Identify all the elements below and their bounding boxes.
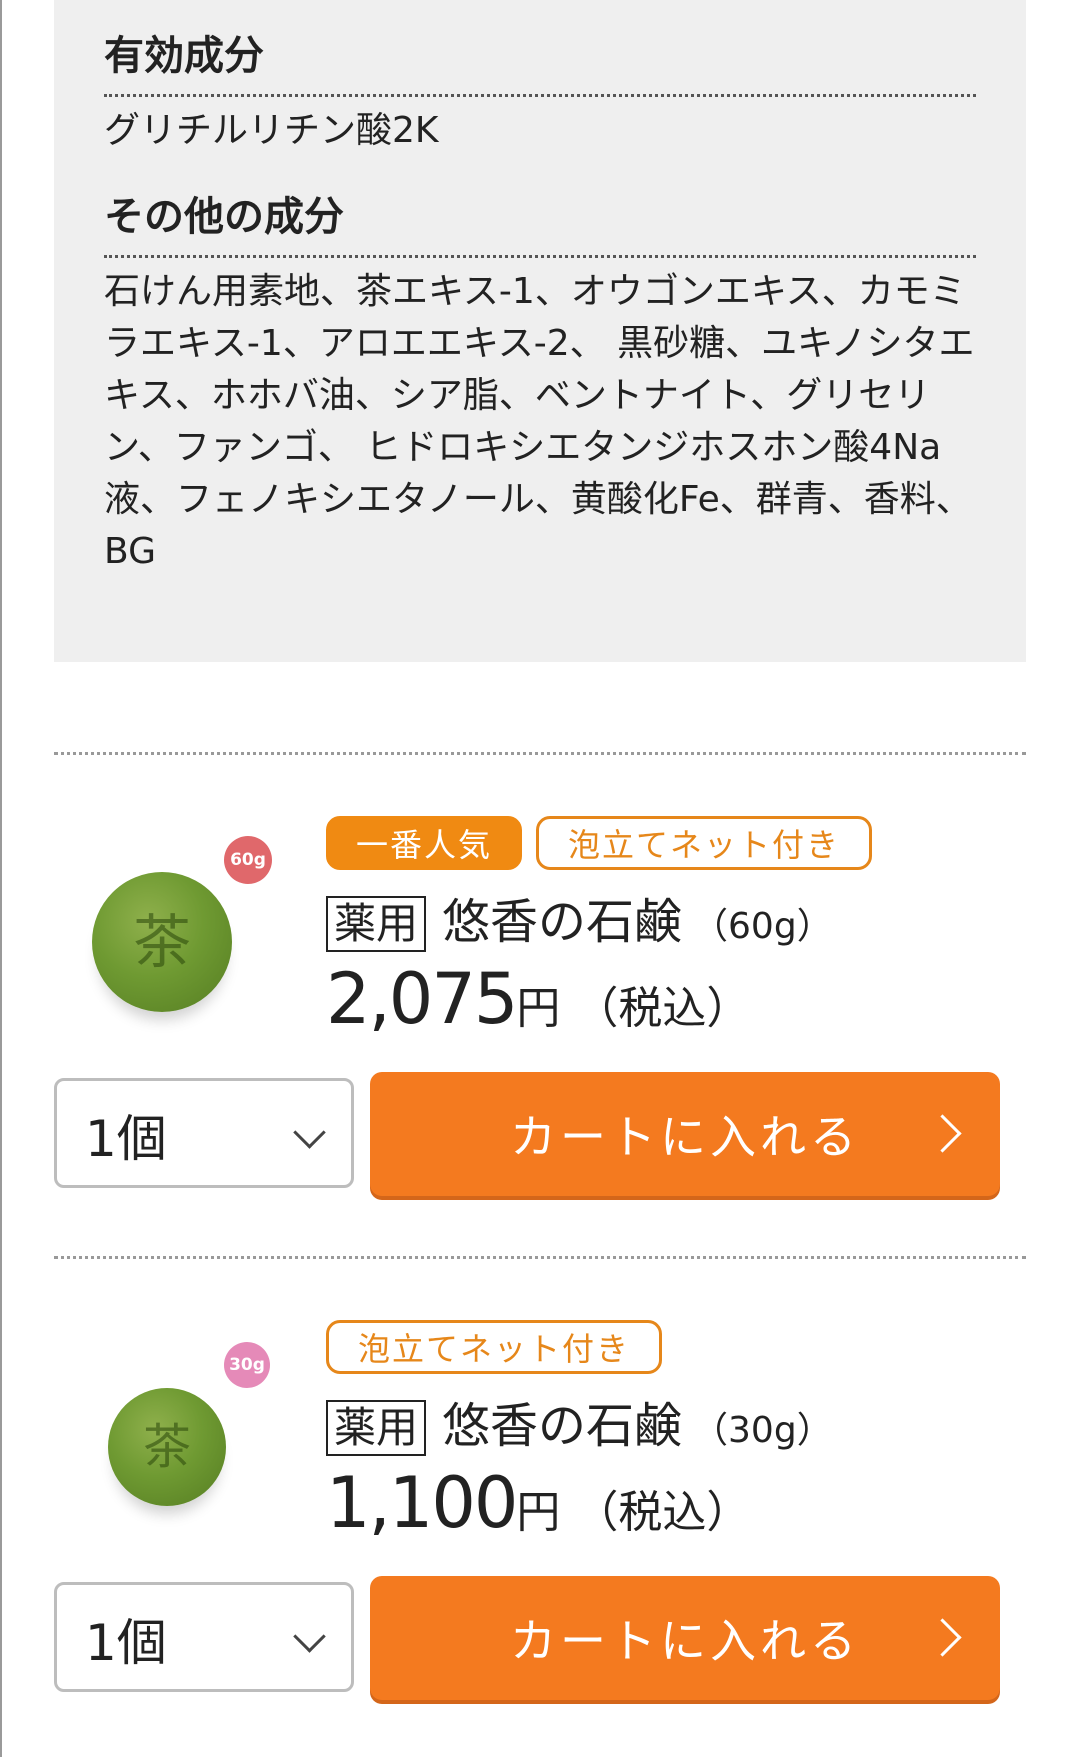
price-value: 2,075 bbox=[326, 958, 518, 1040]
section-divider bbox=[54, 752, 1026, 755]
product-price: 2,075 円 （税込） bbox=[326, 958, 750, 1040]
price-tax-note: （税込） bbox=[574, 1487, 751, 1538]
add-to-cart-label: カートに入れる bbox=[510, 1614, 860, 1668]
active-ingredients-text: グリチルリチン酸2K bbox=[104, 110, 439, 151]
chevron-down-icon bbox=[293, 1116, 326, 1149]
popular-tag: 一番人気 bbox=[326, 816, 522, 870]
chevron-down-icon bbox=[293, 1620, 326, 1653]
tag-row: 泡立てネット付き bbox=[326, 1320, 662, 1374]
soap-emblem-icon: 茶 bbox=[142, 1419, 192, 1475]
medicated-label: 薬用 bbox=[326, 896, 427, 952]
add-to-cart-label: カートに入れる bbox=[510, 1110, 860, 1164]
product-size: （30g） bbox=[692, 1410, 833, 1451]
quantity-value: 1個 bbox=[85, 1614, 167, 1672]
medicated-label: 薬用 bbox=[326, 1400, 427, 1456]
weight-badge: 60g bbox=[224, 836, 272, 884]
price-currency: 円 bbox=[516, 1487, 561, 1538]
dotted-rule bbox=[104, 255, 976, 258]
product-name: 悠香の石鹸 bbox=[442, 1398, 683, 1454]
price-currency: 円 bbox=[516, 983, 561, 1034]
product-title: 薬用 悠香の石鹸 （30g） bbox=[326, 1386, 833, 1456]
other-ingredients-heading: その他の成分 bbox=[104, 194, 344, 240]
soap-emblem-icon: 茶 bbox=[132, 908, 192, 976]
quantity-select[interactable]: 1個 bbox=[54, 1582, 354, 1692]
other-ingredients-text: 石けん用素地、茶エキス-1、オウゴンエキス、カモミラエキス-1、アロエエキス-2… bbox=[104, 271, 975, 572]
quantity-select[interactable]: 1個 bbox=[54, 1078, 354, 1188]
left-edge-rule bbox=[0, 0, 2, 1757]
product-price: 1,100 円 （税込） bbox=[326, 1462, 750, 1544]
product-size: （60g） bbox=[692, 906, 833, 947]
soap-image: 茶 bbox=[92, 872, 232, 1012]
add-to-cart-button[interactable]: カートに入れる bbox=[370, 1576, 1000, 1700]
tag-row: 一番人気 泡立てネット付き bbox=[326, 816, 872, 870]
net-included-tag: 泡立てネット付き bbox=[536, 816, 872, 870]
quantity-value: 1個 bbox=[85, 1110, 167, 1168]
active-ingredients-heading: 有効成分 bbox=[104, 33, 264, 79]
product-title: 薬用 悠香の石鹸 （60g） bbox=[326, 882, 833, 952]
price-value: 1,100 bbox=[326, 1462, 518, 1544]
product-card-30g: 茶 30g 泡立てネット付き 薬用 悠香の石鹸 （30g） 1,100 円 （税… bbox=[54, 1314, 1026, 1734]
soap-image: 茶 bbox=[108, 1388, 226, 1506]
product-name: 悠香の石鹸 bbox=[442, 894, 683, 950]
product-card-60g: 茶 60g 一番人気 泡立てネット付き 薬用 悠香の石鹸 （60g） 2,075… bbox=[54, 810, 1026, 1230]
net-included-tag: 泡立てネット付き bbox=[326, 1320, 662, 1374]
section-divider bbox=[54, 1256, 1026, 1259]
weight-badge: 30g bbox=[224, 1342, 270, 1388]
dotted-rule bbox=[104, 94, 976, 97]
price-tax-note: （税込） bbox=[574, 983, 751, 1034]
add-to-cart-button[interactable]: カートに入れる bbox=[370, 1072, 1000, 1196]
ingredients-panel: 有効成分 グリチルリチン酸2K その他の成分 石けん用素地、茶エキス-1、オウゴ… bbox=[54, 0, 1026, 662]
